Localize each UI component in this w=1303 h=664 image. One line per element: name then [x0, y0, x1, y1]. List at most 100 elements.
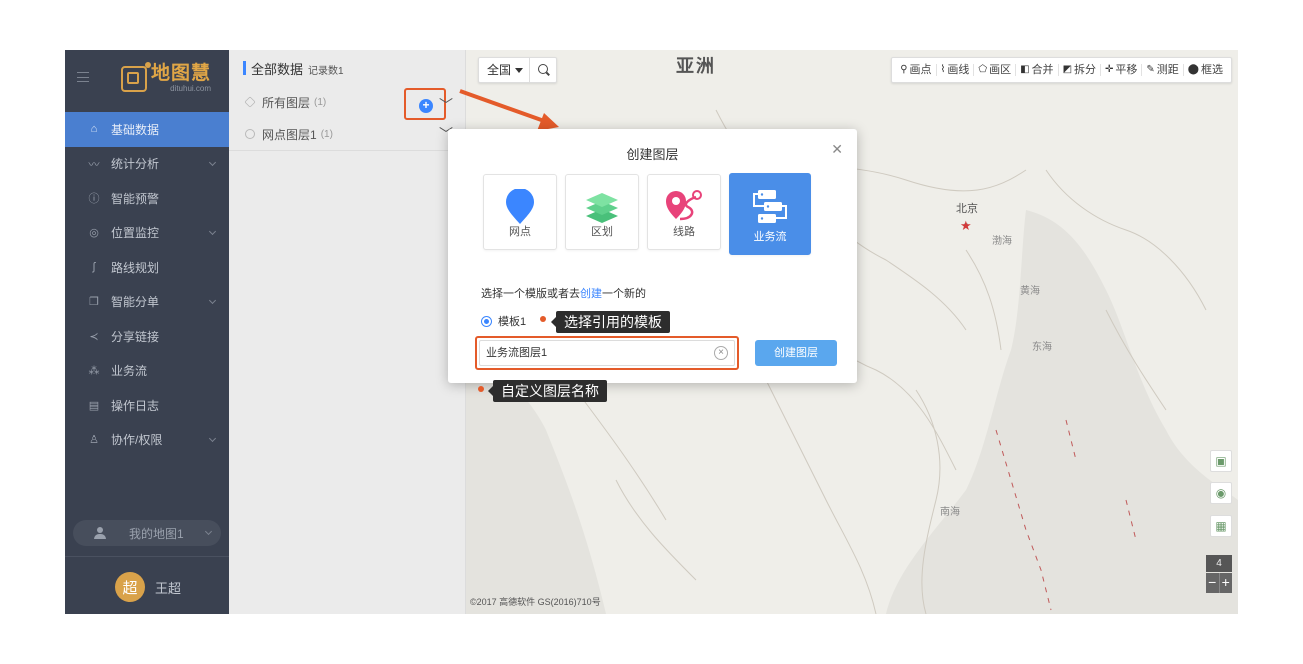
layer-type-region[interactable]: 区划: [565, 174, 639, 250]
layers-icon: [244, 96, 256, 108]
template-option[interactable]: 模板1: [481, 313, 526, 329]
chevron-down-icon: [208, 296, 217, 304]
move-icon: ✛: [1105, 64, 1114, 75]
sidebar-item[interactable]: ʃ 路线规划: [65, 250, 229, 285]
create-layer-button[interactable]: 创建图层: [755, 340, 837, 366]
layer-name-input[interactable]: 业务流图层1 ×: [479, 340, 735, 366]
template-tooltip: 选择引用的模板: [551, 311, 670, 333]
sidebar-item[interactable]: ⓘ 智能预警: [65, 181, 229, 216]
layer-type-workflow[interactable]: 业务流: [729, 173, 811, 255]
tool-merge[interactable]: ◧ 合并: [1016, 64, 1059, 76]
create-layer-dialog: 创建图层 ✕ 网点 区划 线路 业务流 选择一个模版或者去创建一个新的 模板1 …: [448, 129, 857, 383]
divider: [65, 556, 229, 557]
sidebar-item-label: 路线规划: [111, 260, 160, 275]
layer-name: 所有图层: [262, 95, 311, 110]
point-icon: [506, 189, 534, 224]
logo[interactable]: 地图慧 dituhui.com: [121, 61, 211, 93]
sidebar-item[interactable]: ❐ 智能分单: [65, 285, 229, 320]
tool-split[interactable]: ◩ 拆分: [1059, 64, 1102, 76]
home-icon: ⌂: [90, 123, 98, 136]
panel-title: 全部数据: [251, 61, 304, 77]
sea-label: 南海: [940, 507, 960, 518]
capital-star-icon: ★: [960, 218, 972, 233]
layer-row[interactable]: 网点图层1 (1) ﹀: [229, 118, 465, 150]
tool-label: 测距: [1156, 64, 1179, 76]
calendar-icon: ▤: [88, 399, 100, 412]
sidebar-item[interactable]: ◎ 位置监控: [65, 216, 229, 251]
sidebar-menu: ⌂ 基础数据〰统计分析 ⓘ 智能预警 ◎ 位置监控 ʃ 路线规划 ❐ 智能分单 ≺ 分享链接 ⁂ 业务流 ▤…: [65, 112, 229, 457]
city-label-beijing: 北京: [956, 203, 978, 215]
tool-ruler[interactable]: ✎ 测距: [1142, 64, 1184, 76]
layer-count: (1): [320, 128, 333, 140]
tool-pin[interactable]: ⚲ 画点: [896, 64, 937, 76]
sidebar-item[interactable]: ⌂ 基础数据: [65, 112, 229, 147]
share-icon: ≺: [89, 330, 99, 343]
user-profile[interactable]: 超 王超: [115, 572, 181, 602]
hint-text: 一个新的: [602, 288, 646, 300]
logo-icon: [121, 61, 151, 92]
hint-text: 选择一个模版或者去: [481, 288, 580, 300]
layer-type-point[interactable]: 网点: [483, 174, 557, 250]
sidebar: 地图慧 dituhui.com ⌂ 基础数据〰统计分析 ⓘ 智能预警 ◎ 位置监控 ʃ 路线规…: [65, 50, 229, 614]
sidebar-item-label: 基础数据: [111, 122, 160, 137]
region-dropdown[interactable]: 全国: [479, 58, 531, 82]
tool-label: 合并: [1031, 64, 1054, 76]
alert-icon: ⓘ: [88, 193, 100, 206]
chart-icon: 〰: [88, 158, 100, 171]
template-radio[interactable]: [481, 315, 492, 327]
tool-polyline[interactable]: ⌇ 画线: [937, 64, 975, 76]
select-icon: ⬤: [1187, 64, 1199, 75]
layer-count: (1): [314, 96, 327, 108]
layer-type-route[interactable]: 线路: [647, 174, 721, 250]
sidebar-item[interactable]: ♙ 协作/权限: [65, 423, 229, 458]
layer-name: 网点图层1: [262, 127, 317, 142]
chevron-down-icon: [208, 158, 217, 166]
zoom-out-button[interactable]: −: [1206, 573, 1220, 593]
route-icon: ʃ: [92, 261, 96, 274]
hamburger-menu-icon[interactable]: [77, 72, 89, 82]
sea-label: 东海: [1032, 342, 1052, 353]
sidebar-item[interactable]: ▤ 操作日志: [65, 388, 229, 423]
save-icon[interactable]: ▣: [1210, 450, 1232, 472]
sidebar-item-label: 智能预警: [111, 191, 160, 206]
add-layer-button[interactable]: +: [419, 99, 433, 113]
sidebar-item-label: 操作日志: [111, 398, 160, 413]
layer-type-label: 线路: [673, 226, 695, 238]
sea-label: 黄海: [1020, 286, 1040, 297]
search-icon[interactable]: [530, 58, 556, 82]
clear-input-icon[interactable]: ×: [714, 346, 728, 360]
zoom-controls: − +: [1206, 573, 1232, 593]
chevron-down-icon: [208, 434, 217, 442]
sidebar-item[interactable]: 〰统计分析: [65, 147, 229, 182]
layer-type-options: 网点 区划 线路 业务流: [483, 173, 819, 255]
tool-select[interactable]: ⬤ 框选: [1184, 64, 1227, 76]
tool-move[interactable]: ✛ 平移: [1101, 64, 1143, 76]
sidebar-item[interactable]: ⁂ 业务流: [65, 354, 229, 389]
layer-row-all[interactable]: 所有图层 (1) + ﹀: [229, 86, 465, 120]
my-map-switcher[interactable]: 我的地图1: [73, 520, 221, 546]
region-selector[interactable]: 全国: [478, 57, 558, 83]
split-icon: ◩: [1062, 64, 1073, 75]
sidebar-item-label: 统计分析: [111, 157, 160, 172]
route-icon: [666, 190, 702, 221]
layer-type-label: 网点: [509, 226, 531, 238]
panel-header: 全部数据 记录数1: [229, 50, 465, 86]
location-icon: ◎: [89, 227, 99, 240]
sidebar-item[interactable]: ≺ 分享链接: [65, 319, 229, 354]
eye-icon[interactable]: ◉: [1210, 482, 1232, 504]
name-tooltip: 自定义图层名称: [488, 380, 607, 402]
chevron-down-icon: [204, 527, 213, 536]
zoom-in-button[interactable]: +: [1220, 573, 1233, 593]
sidebar-item-label: 业务流: [111, 364, 148, 379]
layer-type-label: 区划: [591, 226, 613, 238]
workflow-icon: ⁂: [88, 365, 100, 378]
my-map-label: 我的地图1: [129, 526, 184, 541]
create-template-link[interactable]: 创建: [580, 288, 602, 300]
collapse-icon[interactable]: ﹀: [439, 95, 453, 115]
user-group-icon: ♙: [89, 434, 99, 447]
close-icon[interactable]: ✕: [831, 141, 843, 158]
tool-polygon[interactable]: ⬠ 画区: [974, 64, 1017, 76]
tool-label: 画点: [909, 64, 932, 76]
continent-label: 亚洲: [676, 56, 716, 76]
grid-map-icon[interactable]: ▦: [1210, 515, 1232, 537]
